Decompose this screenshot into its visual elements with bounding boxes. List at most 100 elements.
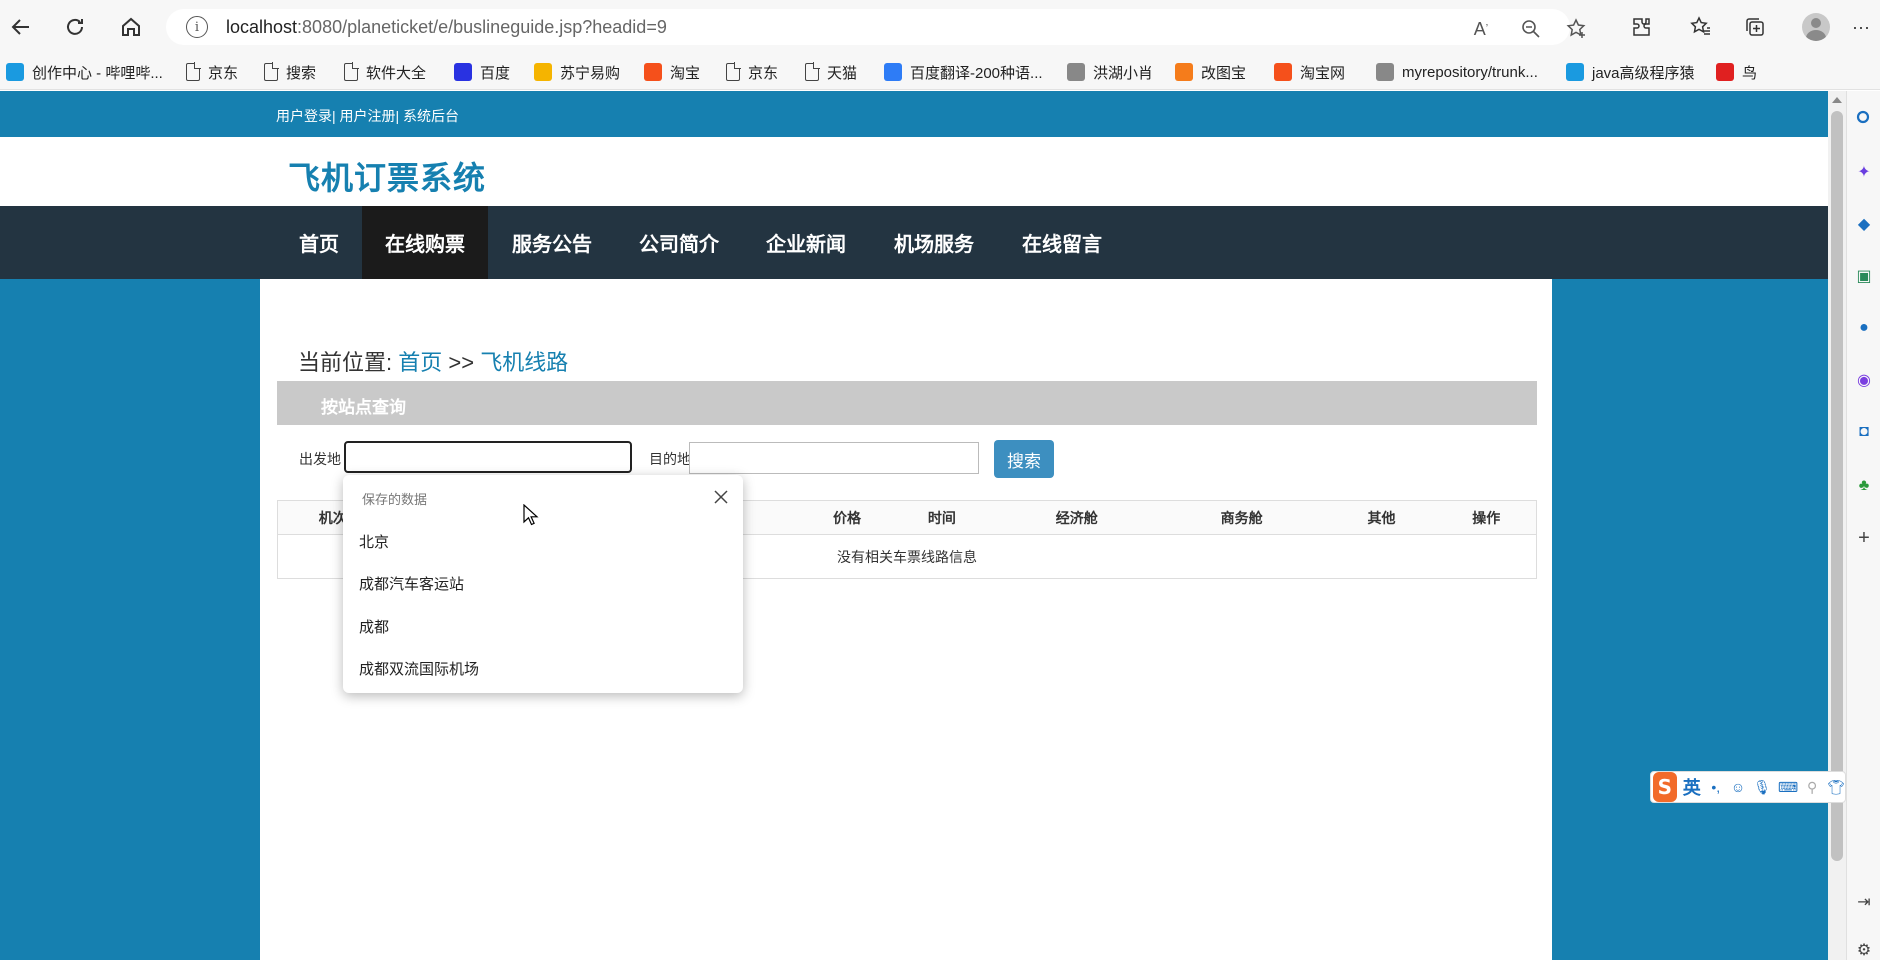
nav-item[interactable]: 公司简介 bbox=[617, 206, 741, 279]
add-icon[interactable]: + bbox=[1853, 527, 1875, 549]
search-panel-header: 按站点查询 bbox=[277, 381, 1537, 425]
back-button[interactable] bbox=[4, 10, 38, 44]
page-viewport: 用户登录| 用户注册| 系统后台 飞机订票系统 首页 在线购票 服务公告 公司简介 企业… bbox=[0, 91, 1828, 960]
ime-language[interactable]: 英 bbox=[1683, 774, 1701, 800]
breadcrumb: 当前位置: 首页 >> 飞机线路 bbox=[298, 345, 568, 377]
keyboard-icon[interactable]: ⌨ bbox=[1778, 778, 1798, 796]
tree-icon[interactable]: ♣ bbox=[1853, 475, 1875, 497]
page-icon bbox=[726, 62, 741, 81]
taobao-icon bbox=[644, 63, 662, 81]
sogou-logo-icon[interactable]: S bbox=[1653, 772, 1677, 802]
profile-avatar[interactable] bbox=[1802, 13, 1830, 41]
page-scrollbar[interactable] bbox=[1828, 91, 1846, 960]
skin-icon[interactable]: 👕︎ bbox=[1827, 778, 1845, 796]
bookmark-item[interactable]: 苏宁易购 bbox=[534, 54, 620, 90]
breadcrumb-separator: >> bbox=[448, 350, 475, 375]
baidu-icon bbox=[454, 63, 472, 81]
bookmark-item[interactable]: 淘宝网 bbox=[1274, 54, 1345, 90]
info-icon[interactable]: i bbox=[186, 16, 208, 38]
bookmark-item[interactable]: 搜索 bbox=[264, 54, 316, 90]
search-panel-title: 按站点查询 bbox=[321, 398, 406, 417]
bookmark-label: 百度翻译-200种语... bbox=[910, 64, 1043, 82]
autofill-item[interactable]: 成都 bbox=[359, 616, 389, 637]
to-label: 目的地 bbox=[649, 451, 691, 467]
user-settings-icon[interactable]: ⚲ bbox=[1805, 778, 1819, 796]
scroll-up-icon[interactable] bbox=[1832, 97, 1842, 103]
col-business: 商务舱 bbox=[1156, 500, 1327, 535]
user-links[interactable]: 用户登录| 用户注册| 系统后台 bbox=[276, 106, 459, 126]
bookmark-item[interactable]: 改图宝 bbox=[1175, 54, 1246, 90]
nav-item[interactable]: 首页 bbox=[282, 206, 356, 279]
nav-item[interactable]: 机场服务 bbox=[872, 206, 996, 279]
bookmark-label: 天猫 bbox=[827, 64, 858, 82]
search-button[interactable]: 搜索 bbox=[994, 440, 1054, 478]
bookmark-item[interactable]: 京东 bbox=[186, 54, 238, 90]
exit-icon[interactable]: ⇥ bbox=[1853, 891, 1875, 913]
nav-item[interactable]: 服务公告 bbox=[490, 206, 614, 279]
outlook-icon[interactable]: ◘ bbox=[1853, 421, 1875, 443]
microphone-icon[interactable]: 🎙︎ bbox=[1753, 778, 1771, 796]
settings-icon[interactable]: ⚙ bbox=[1853, 939, 1875, 960]
bookmark-label: 京东 bbox=[748, 64, 779, 82]
bookmark-item[interactable]: 洪湖小肖 bbox=[1067, 54, 1153, 90]
bookmark-label: 苏宁易购 bbox=[560, 64, 621, 82]
page-icon bbox=[344, 62, 359, 81]
bilibili-icon bbox=[1566, 63, 1584, 81]
bookmark-item[interactable]: 京东 bbox=[726, 54, 778, 90]
bookmark-label: 鸟 bbox=[1742, 64, 1758, 82]
page-icon bbox=[264, 62, 279, 81]
bookmark-label: 淘宝 bbox=[670, 64, 701, 82]
extensions-icon[interactable] bbox=[1626, 12, 1656, 42]
more-menu-icon[interactable]: ··· bbox=[1846, 12, 1876, 42]
breadcrumb-prefix: 当前位置: bbox=[298, 350, 393, 375]
bookmark-label: 京东 bbox=[208, 64, 239, 82]
autofill-title: 保存的数据 bbox=[362, 492, 428, 507]
zoom-icon[interactable] bbox=[1520, 18, 1542, 40]
autofill-item[interactable]: 成都双流国际机场 bbox=[359, 658, 479, 679]
home-button[interactable] bbox=[114, 10, 148, 44]
bookmark-label: 百度 bbox=[480, 64, 511, 82]
bookmark-label: 软件大全 bbox=[366, 64, 427, 82]
bookmark-item[interactable]: 鸟 bbox=[1716, 54, 1757, 90]
col-other: 其他 bbox=[1326, 500, 1437, 535]
nav-item[interactable]: 企业新闻 bbox=[744, 206, 868, 279]
collections-icon[interactable] bbox=[1740, 12, 1770, 42]
url-text[interactable]: localhost:8080/planeticket/e/buslineguid… bbox=[226, 17, 667, 38]
address-bar[interactable]: i localhost:8080/planeticket/e/buslinegu… bbox=[166, 9, 1586, 45]
shopping-icon[interactable]: ◆ bbox=[1853, 213, 1875, 235]
people-icon[interactable]: ● bbox=[1853, 317, 1875, 339]
punctuation-icon[interactable]: •, bbox=[1709, 778, 1723, 796]
bookmark-item[interactable]: 淘宝 bbox=[644, 54, 700, 90]
favorite-add-icon[interactable] bbox=[1566, 18, 1588, 40]
reload-button[interactable] bbox=[58, 10, 92, 44]
close-icon[interactable] bbox=[711, 487, 731, 507]
bookmark-item[interactable]: 天猫 bbox=[805, 54, 857, 90]
tools-icon[interactable]: ▣ bbox=[1853, 265, 1875, 287]
search-icon[interactable] bbox=[1853, 107, 1875, 129]
bookmark-item[interactable]: 百度 bbox=[454, 54, 510, 90]
breadcrumb-current-link[interactable]: 飞机线路 bbox=[480, 350, 568, 375]
nav-item[interactable]: 在线留言 bbox=[1000, 206, 1124, 279]
breadcrumb-home-link[interactable]: 首页 bbox=[398, 350, 442, 375]
bookmark-item[interactable]: myrepository/trunk... bbox=[1376, 54, 1538, 90]
autofill-item[interactable]: 成都汽车客运站 bbox=[359, 573, 464, 594]
read-aloud-icon[interactable]: Aʼ bbox=[1470, 18, 1492, 40]
bookmark-item[interactable]: 百度翻译-200种语... bbox=[884, 54, 1043, 90]
col-action: 操作 bbox=[1436, 500, 1537, 535]
bookmark-label: 淘宝网 bbox=[1300, 64, 1346, 82]
copilot-icon[interactable]: ✦ bbox=[1853, 161, 1875, 183]
autofill-item[interactable]: 北京 bbox=[359, 531, 389, 552]
bookmark-item[interactable]: 创作中心 - 哔哩哔... bbox=[6, 54, 163, 90]
emoji-icon[interactable]: ☺ bbox=[1731, 778, 1745, 796]
to-input[interactable] bbox=[689, 442, 979, 474]
favorites-icon[interactable] bbox=[1686, 12, 1716, 42]
bookmark-item[interactable]: java高级程序猿 bbox=[1566, 54, 1695, 90]
bookmark-label: 创作中心 - 哔哩哔... bbox=[32, 64, 163, 82]
bookmark-item[interactable]: 软件大全 bbox=[344, 54, 426, 90]
chrome-icon bbox=[1376, 63, 1394, 81]
main-nav: 首页 在线购票 服务公告 公司简介 企业新闻 机场服务 在线留言 bbox=[0, 206, 1828, 279]
scroll-thumb[interactable] bbox=[1831, 111, 1843, 861]
office-icon[interactable]: ◉ bbox=[1853, 369, 1875, 391]
from-input[interactable] bbox=[344, 441, 632, 473]
nav-item[interactable]: 在线购票 bbox=[362, 206, 488, 279]
